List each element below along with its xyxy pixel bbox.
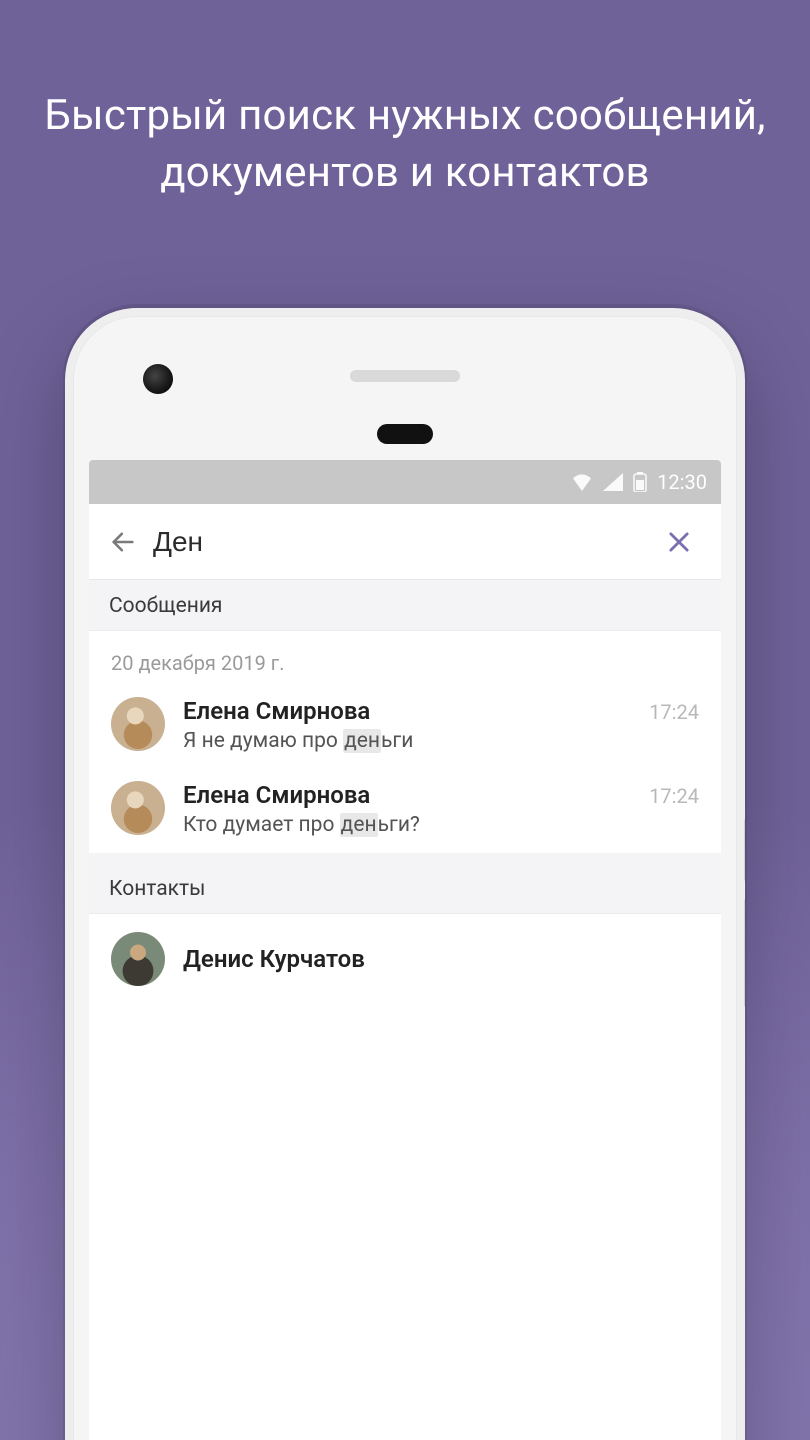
message-result-row[interactable]: Елена Смирнова 17:24 Кто думает про день… — [89, 769, 721, 853]
message-sender-name: Елена Смирнова — [183, 781, 370, 809]
search-highlight: ден — [343, 729, 381, 753]
avatar — [111, 697, 165, 751]
message-body: Елена Смирнова 17:24 Кто думает про день… — [183, 781, 699, 837]
section-divider — [89, 853, 721, 863]
arrow-left-icon — [109, 528, 137, 556]
message-time: 17:24 — [649, 784, 699, 808]
avatar — [111, 932, 165, 986]
contact-name: Денис Курчатов — [183, 945, 365, 973]
back-button[interactable] — [99, 518, 147, 566]
phone-side-button — [744, 818, 745, 882]
message-time: 17:24 — [649, 700, 699, 724]
message-preview: Кто думает про деньги? — [183, 813, 699, 837]
battery-icon — [633, 472, 647, 492]
message-preview: Я не думаю про деньги — [183, 729, 699, 753]
phone-camera — [143, 364, 173, 394]
phone-frame: 12:30 Сообщения 20 декабря 2019 г. Елена… — [65, 308, 745, 1440]
message-result-row[interactable]: Елена Смирнова 17:24 Я не думаю про день… — [89, 685, 721, 769]
avatar — [111, 781, 165, 835]
messages-date-label: 20 декабря 2019 г. — [89, 631, 721, 685]
wifi-icon — [571, 473, 593, 491]
status-bar: 12:30 — [89, 460, 721, 504]
cell-signal-icon — [603, 473, 623, 491]
search-input[interactable] — [147, 526, 655, 558]
phone-speaker — [350, 370, 460, 382]
search-bar — [89, 504, 721, 580]
contact-result-row[interactable]: Денис Курчатов — [89, 914, 721, 1004]
app-screen: 12:30 Сообщения 20 декабря 2019 г. Елена… — [89, 460, 721, 1440]
search-highlight: ден — [340, 813, 378, 837]
close-icon — [665, 528, 693, 556]
clear-search-button[interactable] — [655, 518, 703, 566]
section-header-messages: Сообщения — [89, 580, 721, 631]
phone-side-button — [744, 898, 745, 1008]
section-header-contacts: Контакты — [89, 863, 721, 914]
phone-earpiece — [377, 424, 433, 444]
message-body: Елена Смирнова 17:24 Я не думаю про день… — [183, 697, 699, 753]
message-sender-name: Елена Смирнова — [183, 697, 370, 725]
marketing-headline: Быстрый поиск нужных сообщений, документ… — [0, 88, 810, 201]
status-time: 12:30 — [657, 470, 707, 494]
